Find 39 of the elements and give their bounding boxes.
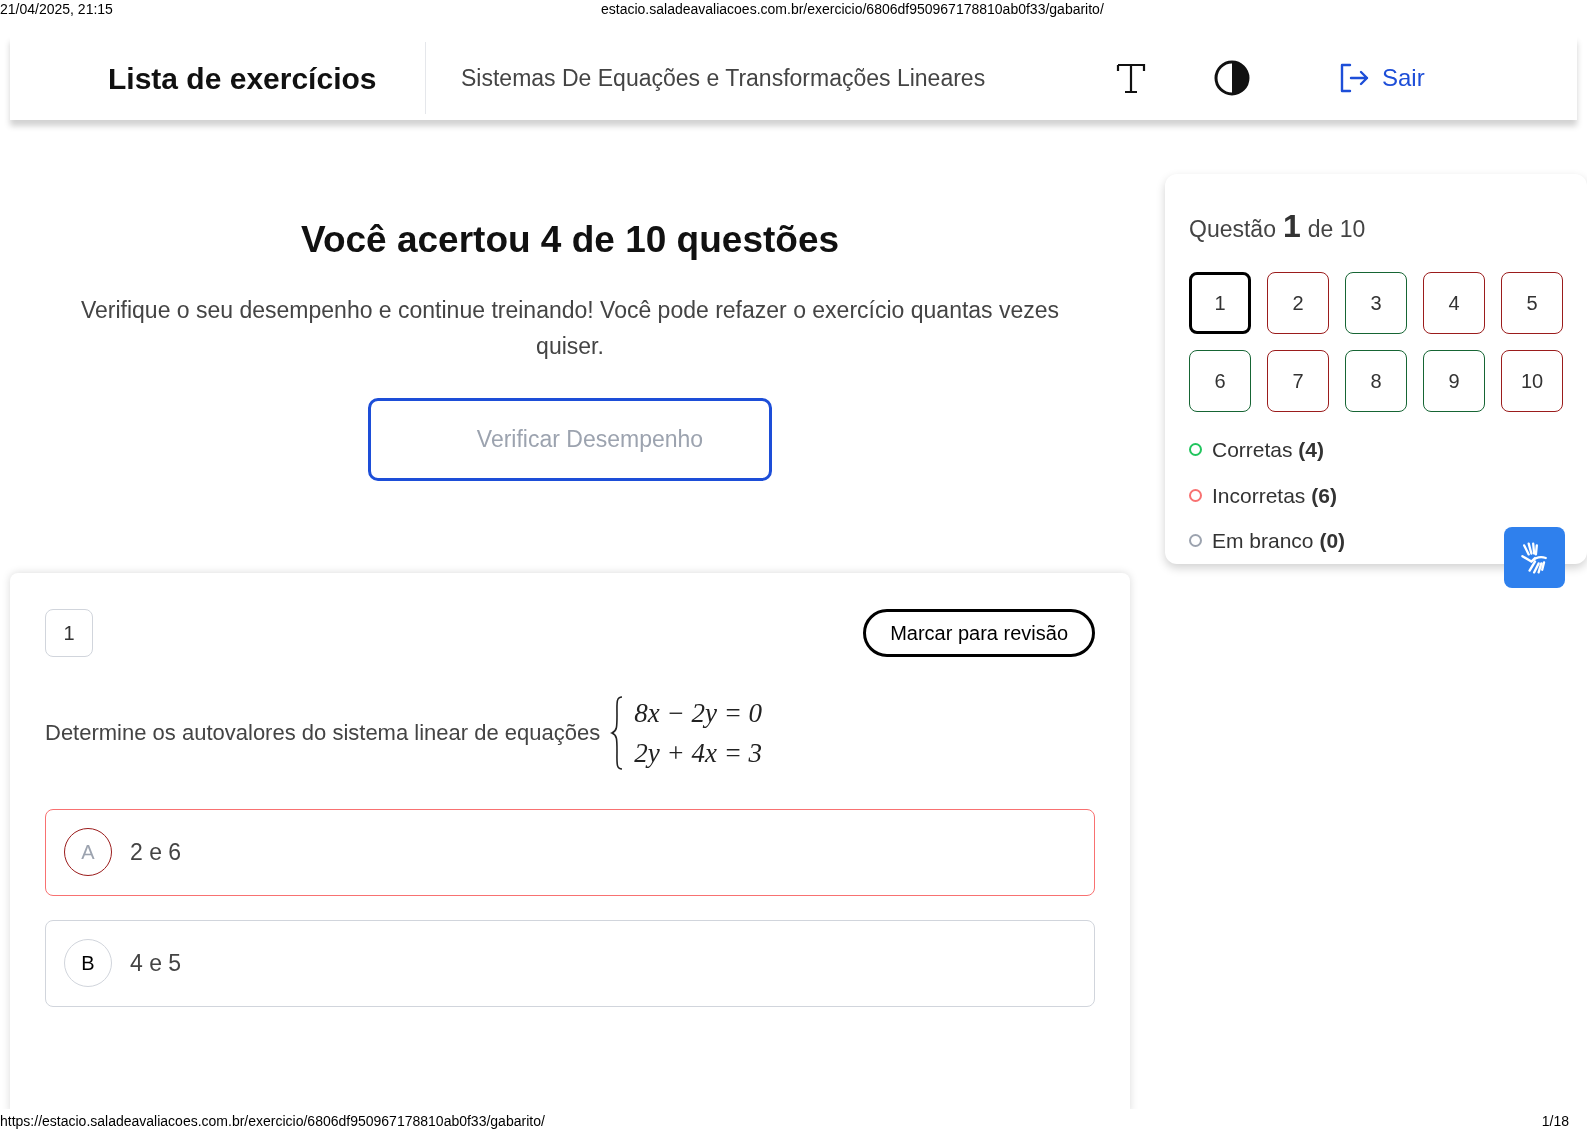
legend-label: Em branco (0) (1212, 528, 1346, 554)
equation: 8x − 2y = 0 (634, 696, 763, 730)
legend-label: Corretas (4) (1212, 437, 1325, 463)
mark-review-button[interactable]: Marcar para revisão (863, 608, 1095, 657)
question-nav-button[interactable]: 10 (1501, 350, 1563, 412)
print-url: estacio.saladeavaliacoes.com.br/exercicio/6806df950967178810ab0f33/gabarito/ (601, 0, 1104, 19)
contrast-icon[interactable] (1214, 60, 1250, 96)
brace-icon (610, 694, 625, 771)
print-date: 21/04/2025, 21:15 (0, 0, 113, 19)
question-nav-button[interactable]: 4 (1423, 272, 1485, 334)
logout-icon (1338, 62, 1370, 94)
question-nav-button[interactable]: 8 (1345, 350, 1407, 412)
answer-option[interactable]: A 2 e 6 (45, 808, 1095, 896)
question-nav-button[interactable]: 6 (1189, 350, 1251, 412)
sign-language-button[interactable] (1504, 527, 1565, 588)
navigator-label: Questão (1189, 215, 1276, 244)
current-question-number: 1 (1282, 207, 1301, 246)
result-message: Verifique o seu desempenho e continue treinando! Você pode refazer o exercício quantas vezes quiser. (79, 295, 1061, 361)
question-text: Determine os autovalores do sistema linear de equações (45, 719, 601, 747)
font-size-icon[interactable] (1116, 62, 1146, 94)
exercise-subtitle: Sistemas De Equações e Transformações Lineares (461, 63, 987, 93)
print-url: https://estacio.saladeavaliacoes.com.br/exercicio/6806df950967178810ab0f33/gabarito/ (0, 1112, 545, 1129)
option-text: 2 e 6 (130, 837, 182, 867)
question-nav-button[interactable]: 2 (1267, 272, 1329, 334)
answer-option[interactable]: B 4 e 5 (45, 919, 1095, 1007)
question-nav-button[interactable]: 7 (1267, 350, 1329, 412)
question-number: 1 (45, 608, 93, 657)
equation: 2y + 4x = 3 (634, 736, 763, 770)
page-title: Lista de exercícios (108, 60, 378, 97)
logout-link[interactable]: Sair (1338, 60, 1425, 96)
question-nav-button[interactable]: 3 (1345, 272, 1407, 334)
question-total: de 10 (1307, 215, 1366, 244)
page-number: 1/18 (1541, 1112, 1569, 1129)
option-text: 4 e 5 (130, 948, 182, 978)
result-heading: Você acertou 4 de 10 questões (300, 218, 840, 262)
question-nav-button[interactable]: 9 (1423, 350, 1485, 412)
legend-label: Incorretas (6) (1212, 482, 1337, 509)
question-nav-button[interactable]: 1 (1189, 272, 1251, 334)
question-nav-button[interactable]: 5 (1501, 272, 1563, 334)
